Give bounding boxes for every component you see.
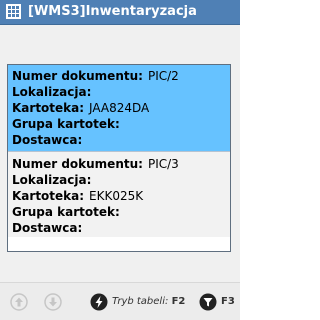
field-label: Dostawca: [12, 133, 83, 147]
grid-icon [6, 4, 21, 19]
field-row: Grupa kartotek: [12, 204, 125, 220]
field-value: PIC/3 [147, 157, 179, 171]
field-label: Numer dokumentu: [12, 69, 143, 83]
field-label: Kartoteka: [12, 101, 85, 115]
filter-icon [199, 293, 217, 311]
filter-key: F3 [221, 296, 235, 307]
field-label: Numer dokumentu: [12, 157, 143, 171]
document-list[interactable]: Numer dokumentu: PIC/2 Lokalizacja: Karto… [7, 64, 231, 252]
field-label: Lokalizacja: [12, 85, 92, 99]
field-row: Dostawca: [12, 220, 87, 236]
arrow-down-icon[interactable] [44, 293, 62, 311]
lightning-icon [90, 293, 108, 311]
field-label: Grupa kartotek: [12, 117, 120, 131]
field-value: EKK025K [89, 189, 144, 203]
field-row: Numer dokumentu: PIC/3 [12, 156, 179, 172]
field-row: Lokalizacja: [12, 172, 96, 188]
window-title: [WMS3]Inwentaryzacja [28, 4, 197, 19]
field-label: Kartoteka: [12, 189, 85, 203]
arrow-up-icon[interactable] [10, 293, 28, 311]
field-row: Lokalizacja: [12, 84, 96, 100]
table-mode-label: Tryb tabeli: F2 [112, 296, 186, 307]
title-bar: [WMS3]Inwentaryzacja [0, 0, 240, 25]
app-window: [WMS3]Inwentaryzacja Numer dokumentu: PIC… [0, 0, 240, 320]
field-row: Dostawca: [12, 132, 87, 148]
field-label: Dostawca: [12, 221, 83, 235]
field-value: JAA824DA [89, 101, 150, 115]
table-mode-key: F2 [171, 296, 186, 307]
field-row: Kartoteka: JAA824DA [12, 100, 149, 116]
field-row: Kartoteka: EKK025K [12, 188, 143, 204]
list-item-selected[interactable]: Numer dokumentu: PIC/2 Lokalizacja: Karto… [8, 65, 230, 151]
field-row: Grupa kartotek: [12, 116, 125, 132]
field-row: Numer dokumentu: PIC/2 [12, 68, 179, 84]
filter-button[interactable]: F3 [199, 293, 237, 311]
field-label: Grupa kartotek: [12, 205, 120, 219]
list-item[interactable]: Numer dokumentu: PIC/3 Lokalizacja: Karto… [8, 151, 230, 237]
bottom-toolbar: Tryb tabeli: F2 F3 [0, 282, 240, 320]
field-label: Lokalizacja: [12, 173, 92, 187]
table-mode-button[interactable]: Tryb tabeli: F2 [90, 293, 186, 311]
field-value: PIC/2 [147, 69, 179, 83]
